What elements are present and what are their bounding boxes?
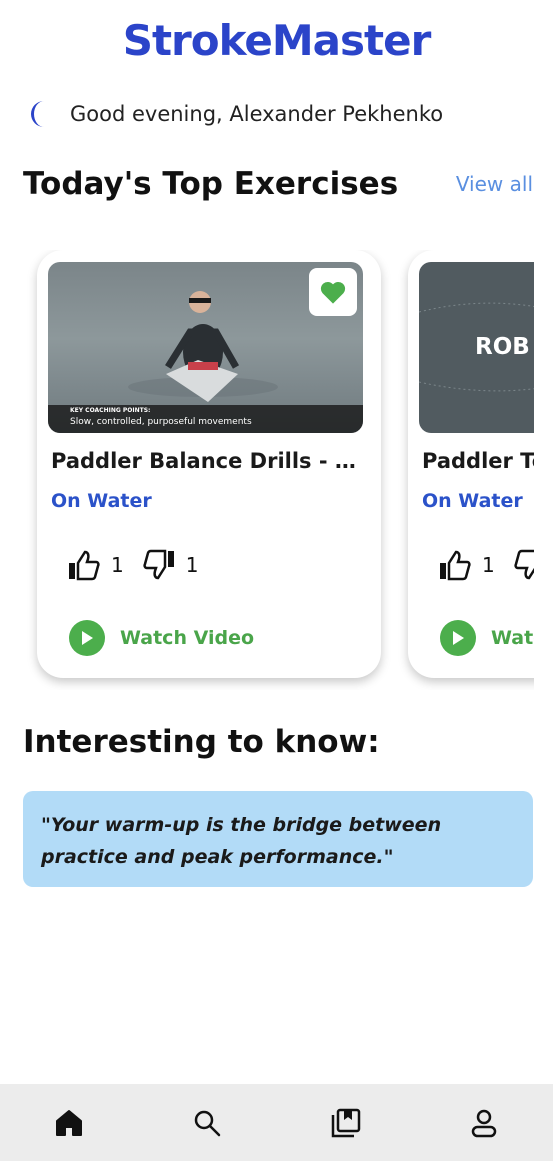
exercise-title: Paddler Te [422,449,534,473]
like-count: 1 [111,553,124,577]
exercise-title: Paddler Balance Drills - Ha... [51,449,371,473]
nav-home[interactable] [45,1099,93,1147]
moon-icon [31,101,44,127]
watch-video-label: Watc [491,627,534,649]
watch-video-button[interactable]: Watc [440,620,534,656]
thumbs-down-icon[interactable] [142,549,176,581]
favorite-button[interactable] [309,268,357,316]
watch-video-label: Watch Video [120,627,255,649]
app-logo: StrokeMaster [122,16,432,65]
exercise-card[interactable]: KEY COACHING POINTS: Slow, controlled, p… [37,250,381,678]
play-icon [69,620,105,656]
view-all-link[interactable]: View all [456,172,533,196]
thumbs-up-icon[interactable] [438,549,472,581]
greeting: Good evening, Alexander Pekhenko [26,98,443,130]
section-title-interesting: Interesting to know: [23,724,380,760]
quote-box: "Your warm-up is the bridge between prac… [23,791,533,887]
nav-library[interactable] [322,1099,370,1147]
quote-text: "Your warm-up is the bridge between prac… [41,814,442,868]
nav-profile[interactable] [460,1099,508,1147]
exercise-category: On Water [51,490,152,512]
exercise-thumbnail[interactable]: KEY COACHING POINTS: Slow, controlled, p… [48,262,363,433]
vote-row: 1 1 [67,549,206,581]
caption-heading: KEY COACHING POINTS: [70,407,151,414]
library-icon [331,1108,360,1137]
search-icon [195,1110,221,1136]
greeting-text: Good evening, Alexander Pekhenko [70,102,444,126]
exercise-carousel[interactable]: KEY COACHING POINTS: Slow, controlled, p… [0,250,534,690]
watch-video-button[interactable]: Watch Video [69,620,254,656]
section-title-top-exercises: Today's Top Exercises [23,166,399,202]
app-screen: StrokeMaster Good evening, Alexander Pek… [0,0,553,1161]
profile-icon [471,1109,497,1137]
vote-row: 1 [438,549,534,581]
home-icon [56,1109,83,1136]
dislike-count: 1 [185,553,199,577]
exercise-category: On Water [422,490,523,512]
caption-text: Slow, controlled, purposeful movements [70,417,252,427]
thumbnail-text: ROB [475,334,530,360]
thumbs-up-icon[interactable] [67,549,101,581]
play-icon [440,620,476,656]
like-count: 1 [482,553,495,577]
bottom-nav [0,1084,553,1161]
heart-icon [320,281,346,304]
nav-search[interactable] [183,1099,231,1147]
exercise-thumbnail[interactable]: ROB [419,262,534,433]
exercise-card[interactable]: ROB Paddler Te On Water 1 Watc [408,250,534,678]
thumbs-down-icon[interactable] [513,549,534,581]
